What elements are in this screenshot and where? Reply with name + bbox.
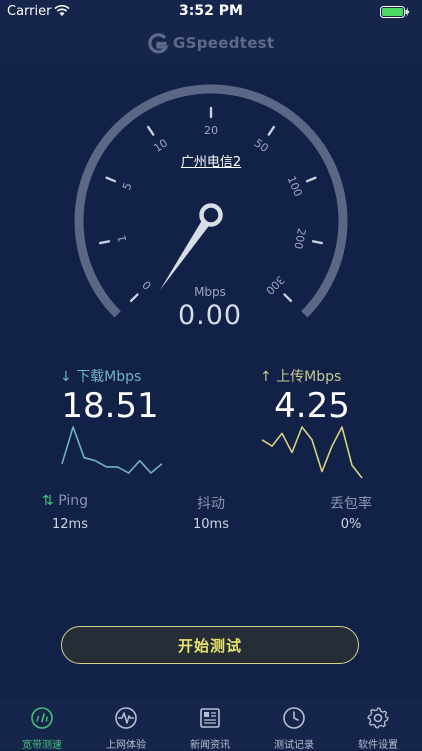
pulse-icon xyxy=(115,707,137,729)
tab-internet-experience[interactable]: 上网体验 xyxy=(84,700,168,751)
tab-label: 测试记录 xyxy=(274,740,314,751)
ping-arrows-icon: ⇅ xyxy=(42,493,54,509)
download-label: ↓ 下载Mbps xyxy=(60,369,142,385)
gauge-tick xyxy=(267,125,275,136)
tab-bar: 宽带测速 上网体验 新闻资讯 测试记录 软件设置 xyxy=(0,700,422,751)
ping-value: 12ms xyxy=(52,517,88,532)
start-test-button[interactable]: 开始测试 xyxy=(61,626,359,664)
clock-icon xyxy=(283,707,305,729)
upload-value: 4.25 xyxy=(274,386,350,426)
speedometer-icon xyxy=(31,707,53,729)
current-speed-value: 0.00 xyxy=(177,300,243,331)
app-header: GSpeedtest xyxy=(0,24,422,64)
gauge-tick-label: 20 xyxy=(204,124,218,137)
packet-loss-label: 丢包率 xyxy=(330,496,372,512)
download-arrow-icon: ↓ xyxy=(60,369,72,385)
ping-label: ⇅ Ping xyxy=(42,493,88,509)
gauge-tick xyxy=(105,176,117,183)
tab-broadband-speed[interactable]: 宽带测速 xyxy=(0,700,84,751)
gauge-tick-label: 5 xyxy=(120,181,135,192)
gauge-tick xyxy=(98,240,111,245)
gauge-tick xyxy=(305,176,317,183)
gear-icon xyxy=(367,707,389,729)
tab-label: 软件设置 xyxy=(358,740,398,751)
download-sparkline xyxy=(61,426,163,474)
newspaper-icon xyxy=(200,708,220,728)
packet-loss-value: 0% xyxy=(340,517,362,532)
gauge-arc xyxy=(74,84,348,318)
upload-label: ↑ 上传Mbps xyxy=(260,369,342,385)
logo-g-icon xyxy=(148,33,169,54)
tab-label: 上网体验 xyxy=(106,740,146,751)
sparkline-path xyxy=(61,426,163,474)
status-time: 3:52 PM xyxy=(179,3,243,19)
server-name-link[interactable]: 广州电信2 xyxy=(140,151,282,170)
status-bar: Carrier 3:52 PM xyxy=(0,0,422,24)
gauge-tick-label: 100 xyxy=(285,174,305,198)
gauge-tick-label: 200 xyxy=(291,227,308,250)
gauge-tick-label: 0 xyxy=(140,278,154,292)
tab-test-history[interactable]: 测试记录 xyxy=(252,700,336,751)
tab-label: 宽带测速 xyxy=(22,740,62,751)
gauge-tick-label: 1 xyxy=(115,234,129,243)
gauge-tick xyxy=(147,125,155,136)
tab-news[interactable]: 新闻资讯 xyxy=(168,700,252,751)
tab-settings[interactable]: 软件设置 xyxy=(336,700,420,751)
gauge-hub xyxy=(199,203,223,227)
jitter-value: 10ms xyxy=(193,517,229,532)
speed-unit-label: Mbps xyxy=(194,285,226,299)
gauge-tick xyxy=(311,240,324,245)
jitter-label: 抖动 xyxy=(197,496,225,512)
sparkline-path xyxy=(261,426,363,479)
logo-text: GSpeedtest xyxy=(173,34,275,52)
upload-sparkline xyxy=(261,426,363,479)
battery-icon xyxy=(380,6,410,18)
tab-label: 新闻资讯 xyxy=(190,740,230,751)
gauge-tick-label: 300 xyxy=(263,273,287,297)
download-value: 18.51 xyxy=(61,386,159,426)
upload-arrow-icon: ↑ xyxy=(260,369,272,385)
